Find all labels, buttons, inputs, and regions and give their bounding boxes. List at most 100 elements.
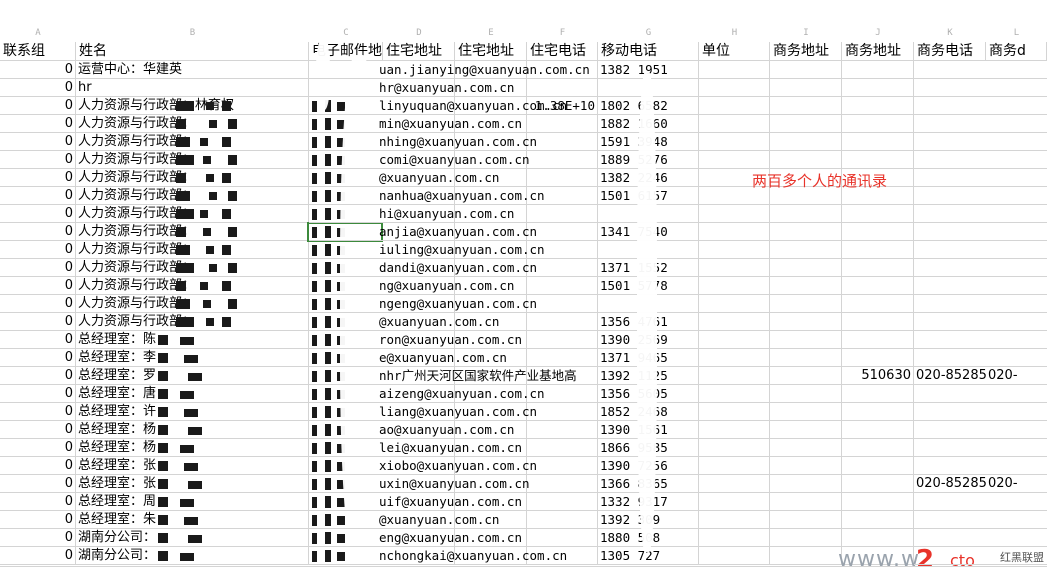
cell-A-5[interactable]: 0 — [0, 115, 76, 133]
cell-A-15[interactable]: 0 — [0, 295, 76, 313]
cell-A-11[interactable]: 0 — [0, 223, 76, 241]
cell-J-5[interactable] — [842, 115, 914, 133]
cell-K-21[interactable] — [914, 403, 989, 421]
cell-K-18[interactable] — [914, 349, 989, 367]
cell-H-24[interactable] — [699, 457, 770, 475]
cell-K-10[interactable] — [914, 205, 989, 223]
cell-K-28[interactable] — [914, 529, 989, 547]
cell-H-10[interactable] — [699, 205, 770, 223]
cell-A-20[interactable]: 0 — [0, 385, 76, 403]
cell-J-16[interactable] — [842, 313, 914, 331]
cell-I-17[interactable] — [770, 331, 842, 349]
cell-C-9[interactable]: nanhua@xuanyuan.com.cn — [309, 187, 545, 205]
cell-C-21[interactable]: liang@xuanyuan.com.cn — [309, 403, 539, 421]
cell-K-4[interactable] — [914, 97, 989, 115]
cell-L-27[interactable] — [986, 511, 1047, 529]
cell-I-6[interactable] — [770, 133, 842, 151]
cell-B-8[interactable]: 人力资源与行政部： — [76, 169, 309, 187]
cell-C-18[interactable]: e@xuanyuan.com.cn — [309, 349, 539, 367]
cell-C-22[interactable]: ao@xuanyuan.com.cn — [309, 421, 539, 439]
column-header-F[interactable]: 住宅电话 — [527, 42, 598, 61]
cell-H-11[interactable] — [699, 223, 770, 241]
cell-H-12[interactable] — [699, 241, 770, 259]
cell-J-11[interactable] — [842, 223, 914, 241]
cell-L-24[interactable] — [986, 457, 1047, 475]
cell-J-18[interactable] — [842, 349, 914, 367]
cell-K-26[interactable] — [914, 493, 989, 511]
cell-I-2[interactable] — [770, 61, 842, 79]
cell-A-8[interactable]: 0 — [0, 169, 76, 187]
cell-K-14[interactable] — [914, 277, 989, 295]
cell-L-10[interactable] — [986, 205, 1047, 223]
cell-B-11[interactable]: 人力资源与行政部： — [76, 223, 309, 241]
cell-I-16[interactable] — [770, 313, 842, 331]
cell-C-28[interactable]: eng@xuanyuan.com.cn — [309, 529, 539, 547]
cell-A-6[interactable]: 0 — [0, 133, 76, 151]
cell-B-14[interactable]: 人力资源与行政部： — [76, 277, 309, 295]
cell-K-22[interactable] — [914, 421, 989, 439]
cell-J-15[interactable] — [842, 295, 914, 313]
cell-H-6[interactable] — [699, 133, 770, 151]
cell-K-19[interactable]: 020-85285 — [914, 367, 989, 385]
cell-I-5[interactable] — [770, 115, 842, 133]
cell-K-16[interactable] — [914, 313, 989, 331]
cell-L-3[interactable] — [986, 79, 1047, 97]
cell-A-4[interactable]: 0 — [0, 97, 76, 115]
cell-A-3[interactable]: 0 — [0, 79, 76, 97]
cell-H-28[interactable] — [699, 529, 770, 547]
cell-A-9[interactable]: 0 — [0, 187, 76, 205]
cell-B-2[interactable]: 运营中心：华建英 — [76, 61, 309, 79]
cell-K-5[interactable] — [914, 115, 989, 133]
cell-J-3[interactable] — [842, 79, 914, 97]
cell-K-20[interactable] — [914, 385, 989, 403]
cell-H-20[interactable] — [699, 385, 770, 403]
cell-C-19[interactable]: nhr广州天河区国家软件产业基地高 — [309, 367, 577, 385]
column-header-H[interactable]: 单位 — [699, 42, 770, 61]
cell-J-12[interactable] — [842, 241, 914, 259]
cell-J-22[interactable] — [842, 421, 914, 439]
cell-H-4[interactable] — [699, 97, 770, 115]
cell-I-25[interactable] — [770, 475, 842, 493]
cell-A-22[interactable]: 0 — [0, 421, 76, 439]
column-header-L[interactable]: 商务d — [986, 42, 1047, 61]
cell-L-26[interactable] — [986, 493, 1047, 511]
cell-L-22[interactable] — [986, 421, 1047, 439]
cell-I-27[interactable] — [770, 511, 842, 529]
cell-K-25[interactable]: 020-85285 — [914, 475, 989, 493]
cell-H-3[interactable] — [699, 79, 770, 97]
cell-C-23[interactable]: lei@xuanyuan.com.cn — [309, 439, 539, 457]
cell-L-9[interactable] — [986, 187, 1047, 205]
cell-C-24[interactable]: xiobo@xuanyuan.com.cn — [309, 457, 539, 475]
spreadsheet[interactable]: ABCDEFGHIJKL 联系组姓名电子邮件地址住宅地址住宅地址住宅电话移动电话… — [0, 0, 1047, 585]
cell-L-7[interactable] — [986, 151, 1047, 169]
cell-A-16[interactable]: 0 — [0, 313, 76, 331]
cell-C-7[interactable]: comi@xuanyuan.com.cn — [309, 151, 539, 169]
cell-J-19[interactable]: 510630 — [842, 367, 914, 385]
column-header-E[interactable]: 住宅地址 — [455, 42, 527, 61]
cell-L-17[interactable] — [986, 331, 1047, 349]
cell-C-5[interactable]: min@xuanyuan.com.cn — [309, 115, 539, 133]
cell-J-13[interactable] — [842, 259, 914, 277]
column-header-A[interactable]: 联系组 — [0, 42, 76, 61]
cell-J-2[interactable] — [842, 61, 914, 79]
cell-I-10[interactable] — [770, 205, 842, 223]
cell-L-13[interactable] — [986, 259, 1047, 277]
cell-I-7[interactable] — [770, 151, 842, 169]
cell-C-16[interactable]: @xuanyuan.com.cn — [309, 313, 539, 331]
cell-B-3[interactable]: hr — [76, 79, 309, 97]
cell-B-12[interactable]: 人力资源与行政部： — [76, 241, 309, 259]
cell-J-21[interactable] — [842, 403, 914, 421]
cell-A-25[interactable]: 0 — [0, 475, 76, 493]
cell-L-16[interactable] — [986, 313, 1047, 331]
cell-H-2[interactable] — [699, 61, 770, 79]
cell-I-28[interactable] — [770, 529, 842, 547]
cell-L-8[interactable] — [986, 169, 1047, 187]
cell-K-9[interactable] — [914, 187, 989, 205]
cell-H-7[interactable] — [699, 151, 770, 169]
cell-I-15[interactable] — [770, 295, 842, 313]
cell-A-27[interactable]: 0 — [0, 511, 76, 529]
cell-C-3[interactable]: hr@xuanyuan.com.cn — [309, 79, 539, 97]
cell-H-23[interactable] — [699, 439, 770, 457]
cell-L-6[interactable] — [986, 133, 1047, 151]
cell-B-15[interactable]: 人力资源与行政部： — [76, 295, 309, 313]
